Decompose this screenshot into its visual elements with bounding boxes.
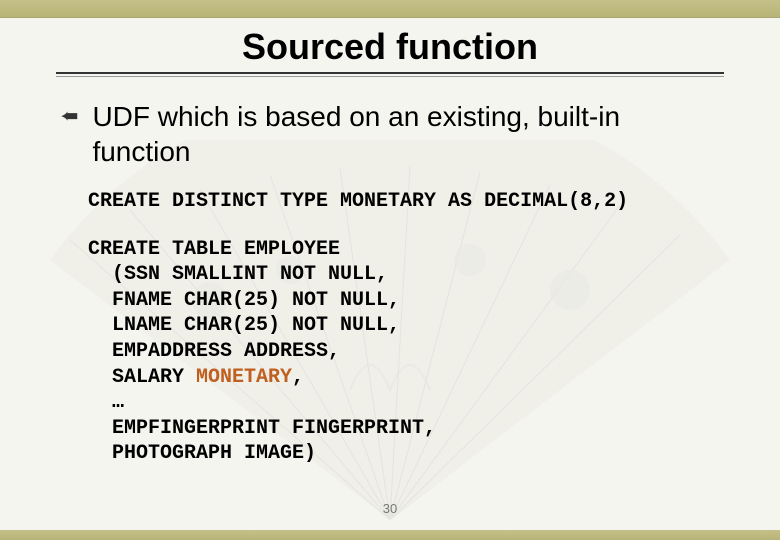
code-line: LNAME CHAR(25) NOT NULL, <box>88 314 400 337</box>
code-line: … <box>88 391 124 414</box>
code-line: PHOTOGRAPH IMAGE) <box>88 442 316 465</box>
code-highlight-monetary: MONETARY <box>196 366 292 389</box>
bullet-text: UDF which is based on an existing, built… <box>92 99 720 169</box>
code-line: , <box>292 366 304 389</box>
code-line: CREATE TABLE EMPLOYEE <box>88 238 340 261</box>
bottom-accent-bar <box>0 530 780 540</box>
page-number: 30 <box>383 501 397 516</box>
title-underline-thick <box>56 72 724 74</box>
bullet-arrow-icon: ➨ <box>60 103 78 129</box>
code-line: EMPADDRESS ADDRESS, <box>88 340 340 363</box>
code-line: (SSN SMALLINT NOT NULL, <box>88 263 388 286</box>
title-underline-thin <box>56 76 724 77</box>
code-line: EMPFINGERPRINT FINGERPRINT, <box>88 417 436 440</box>
top-accent-bar <box>0 0 780 18</box>
code-block-distinct-type: CREATE DISTINCT TYPE MONETARY AS DECIMAL… <box>88 189 780 215</box>
code-block-create-table: CREATE TABLE EMPLOYEE (SSN SMALLINT NOT … <box>88 237 780 467</box>
bullet-row: ➨ UDF which is based on an existing, bui… <box>60 99 720 169</box>
slide-title: Sourced function <box>0 26 780 68</box>
code-line: FNAME CHAR(25) NOT NULL, <box>88 289 400 312</box>
code-line: SALARY <box>88 366 196 389</box>
